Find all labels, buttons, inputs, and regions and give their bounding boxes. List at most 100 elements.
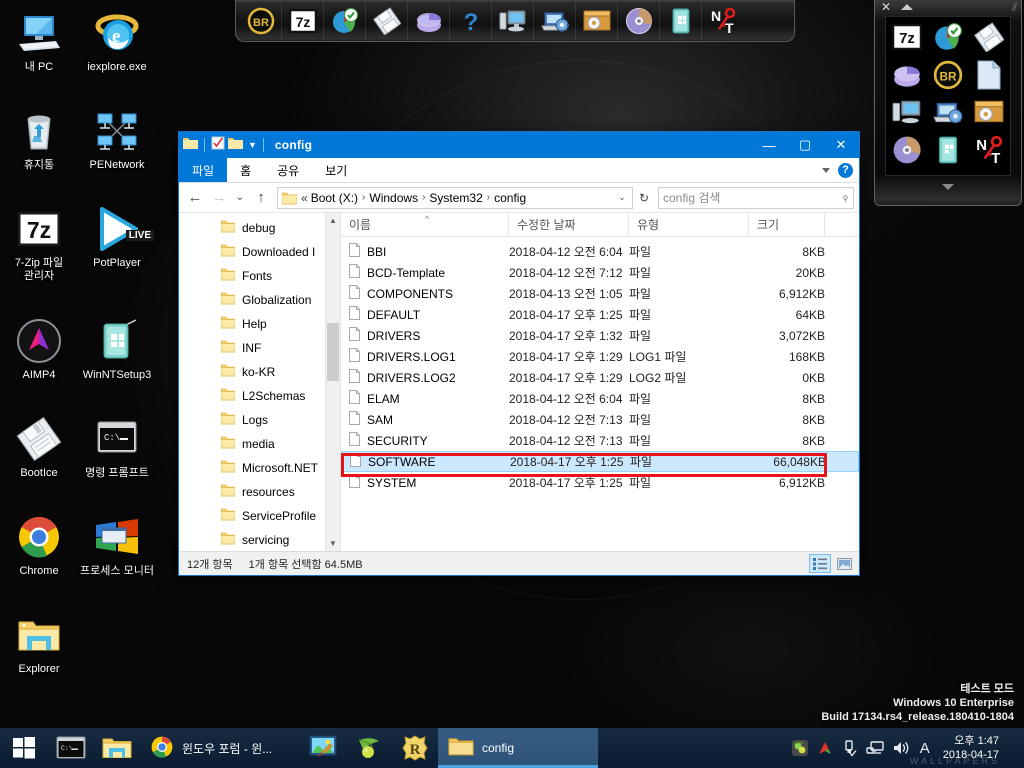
dock-item-nt-key[interactable]: N T (702, 2, 744, 40)
help-icon[interactable]: ? (838, 162, 853, 178)
expand-down-icon[interactable] (942, 184, 954, 190)
launcher-item-partition-wizard[interactable] (932, 22, 964, 57)
dock-item-settings-book[interactable] (660, 1, 702, 40)
taskbar-pinned-file-explorer[interactable] (94, 728, 140, 768)
tree-item[interactable]: media (179, 432, 340, 456)
taskbar-pinned-command-prompt[interactable]: C:\ (48, 728, 94, 768)
dock-item-backup[interactable] (576, 1, 618, 40)
tree-item[interactable]: L2Schemas (179, 384, 340, 408)
usb-eject-icon[interactable] (842, 739, 857, 757)
desktop-icon-potplayer[interactable]: LIVE PotPlayer (78, 200, 156, 310)
tree-item[interactable]: INF (179, 336, 340, 360)
collapse-up-icon[interactable] (901, 4, 913, 10)
dock-item-br[interactable]: BR (240, 1, 282, 40)
tree-item[interactable]: servicing (179, 528, 340, 551)
column-header-type[interactable]: 유형 (629, 213, 749, 236)
forward-button[interactable]: → (208, 187, 230, 209)
maximize-button[interactable]: ▢ (787, 132, 823, 158)
dock-item-partition-wizard[interactable] (324, 1, 366, 40)
launcher-item-my-computer[interactable] (891, 97, 923, 132)
volume-icon[interactable] (893, 740, 911, 756)
breadcrumb-item-boot[interactable]: Boot (X:) (311, 191, 358, 205)
tree-item[interactable]: resources (179, 480, 340, 504)
tree-item[interactable]: Downloaded I (179, 240, 340, 264)
launcher-item-bootice[interactable] (974, 22, 1005, 57)
tree-item[interactable]: debug (179, 216, 340, 240)
table-row[interactable]: ELAM 2018-04-12 오전 6:04 파일 8KB (341, 388, 859, 409)
dock-item-cd[interactable] (618, 1, 660, 40)
table-row[interactable]: DRIVERS.LOG1 2018-04-17 오후 1:29 LOG1 파일 … (341, 346, 859, 367)
close-button[interactable]: ✕ (823, 132, 859, 158)
table-row[interactable]: SAM 2018-04-12 오전 7:13 파일 8KB (341, 409, 859, 430)
navigation-bar[interactable]: ← → ⌄ ↑ « Boot (X:) › Windows › System32… (179, 183, 859, 213)
tree-item[interactable]: Fonts (179, 264, 340, 288)
launcher-item-7zip[interactable]: 7z (891, 24, 922, 55)
taskbar-task-chrome[interactable]: 윈도우 포럼 - 윈... (140, 728, 300, 768)
table-row[interactable]: BCD-Template 2018-04-12 오전 7:12 파일 20KB (341, 262, 859, 283)
window-controls[interactable]: — ▢ ✕ (751, 132, 859, 158)
taskbar[interactable]: C:\ 윈도우 포럼 - 윈... R config A 오후 1:47 201… (0, 728, 1024, 768)
up-button[interactable]: ↑ (250, 187, 272, 209)
navigation-pane-scrollbar[interactable]: ▲ ▼ (325, 213, 340, 551)
launcher-item-cd[interactable] (892, 135, 922, 170)
dock-item-disk-management[interactable] (408, 1, 450, 40)
refresh-button[interactable]: ↻ (635, 191, 653, 205)
dock-item-my-computer[interactable] (492, 1, 534, 40)
start-button[interactable] (0, 728, 48, 768)
desktop-icon-command-prompt[interactable]: C:\ 명령 프롬프트 (78, 410, 156, 506)
search-input[interactable]: config 검색 (663, 189, 720, 206)
launcher-item-backup[interactable] (973, 98, 1005, 131)
desktop-icon-winntsetup3[interactable]: WinNTSetup3 (78, 312, 156, 408)
launcher-item-nt-key[interactable]: N T (973, 135, 1005, 170)
tab-share[interactable]: 공유 (264, 158, 312, 182)
back-button[interactable]: ← (184, 187, 206, 209)
details-view-button[interactable] (809, 554, 831, 573)
launcher-item-system-settings[interactable] (932, 97, 964, 132)
tab-home[interactable]: 홈 (227, 158, 264, 182)
ime-a-icon[interactable]: A (920, 740, 930, 757)
scroll-up-arrow-icon[interactable]: ▲ (326, 213, 340, 228)
breadcrumb-overflow[interactable]: « (301, 191, 308, 205)
tab-file[interactable]: 파일 (179, 158, 228, 182)
explorer-window[interactable]: ▼ config — ▢ ✕ 파일 홈 공유 보기 ? ← → ⌄ ↑ « Bo… (178, 131, 860, 576)
address-dropdown-icon[interactable]: ⌄ (614, 192, 630, 203)
tree-item[interactable]: Globalization (179, 288, 340, 312)
tree-item[interactable]: Logs (179, 408, 340, 432)
tree-item[interactable]: ServiceProfile (179, 504, 340, 528)
large-icons-view-button[interactable] (833, 554, 855, 573)
taskbar-task-olive[interactable] (346, 728, 392, 768)
dock-item-7zip[interactable]: 7z (282, 1, 324, 40)
column-header-modified[interactable]: 수정한 날짜 (509, 213, 629, 236)
new-folder-icon[interactable] (228, 136, 243, 155)
close-icon[interactable]: ✕ (881, 1, 891, 13)
desktop-icon-bootice[interactable]: BootIce (0, 410, 78, 506)
search-box[interactable]: config 검색 ⌕ (658, 186, 854, 209)
scrollbar-thumb[interactable] (327, 323, 339, 381)
recent-locations-button[interactable]: ⌄ (232, 187, 248, 209)
table-row[interactable]: SYSTEM 2018-04-17 오후 1:25 파일 6,912KB (341, 472, 859, 493)
desktop-icon-aimp4[interactable]: AIMP4 (0, 312, 78, 408)
launcher-item-settings-book[interactable] (934, 135, 962, 170)
aimp-tray-icon[interactable] (817, 740, 833, 756)
table-row[interactable]: DRIVERS 2018-04-17 오후 1:32 파일 3,072KB (341, 325, 859, 346)
tree-item[interactable]: ko-KR (179, 360, 340, 384)
top-dock-toolbar[interactable]: BR 7z ? N T (235, 0, 795, 42)
ribbon-right-controls[interactable]: ? (822, 158, 859, 182)
tree-item[interactable]: Microsoft.NET (179, 456, 340, 480)
desktop-icon-iexplore[interactable]: e iexplore.exe (78, 4, 156, 100)
table-row[interactable]: BBI 2018-04-12 오전 6:04 파일 8KB (341, 241, 859, 262)
table-row[interactable]: COMPONENTS 2018-04-13 오전 1:05 파일 6,912KB (341, 283, 859, 304)
launcher-item-br[interactable]: BR (933, 60, 963, 95)
desktop-icon-penetwork[interactable]: PENetwork (78, 102, 156, 198)
desktop-icon-explorer[interactable]: Explorer (0, 606, 78, 702)
desktop-icon-recycle-bin[interactable]: 휴지통 (0, 102, 78, 198)
breadcrumb-item-system32[interactable]: System32 (429, 191, 482, 205)
desktop-icon-my-pc[interactable]: 내 PC (0, 4, 78, 100)
column-headers[interactable]: 이름 수정한 날짜 유형 크기 ^ (341, 213, 859, 237)
resize-grip-icon[interactable]: ⫽ (1012, 2, 1017, 15)
dock-item-system-settings[interactable] (534, 1, 576, 40)
scroll-down-arrow-icon[interactable]: ▼ (326, 536, 340, 551)
desktop-icon-7zip[interactable]: 7z 7-Zip 파일 관리자 (0, 200, 78, 310)
column-header-size[interactable]: 크기 (749, 213, 825, 236)
dock-item-bootice[interactable] (366, 1, 408, 40)
